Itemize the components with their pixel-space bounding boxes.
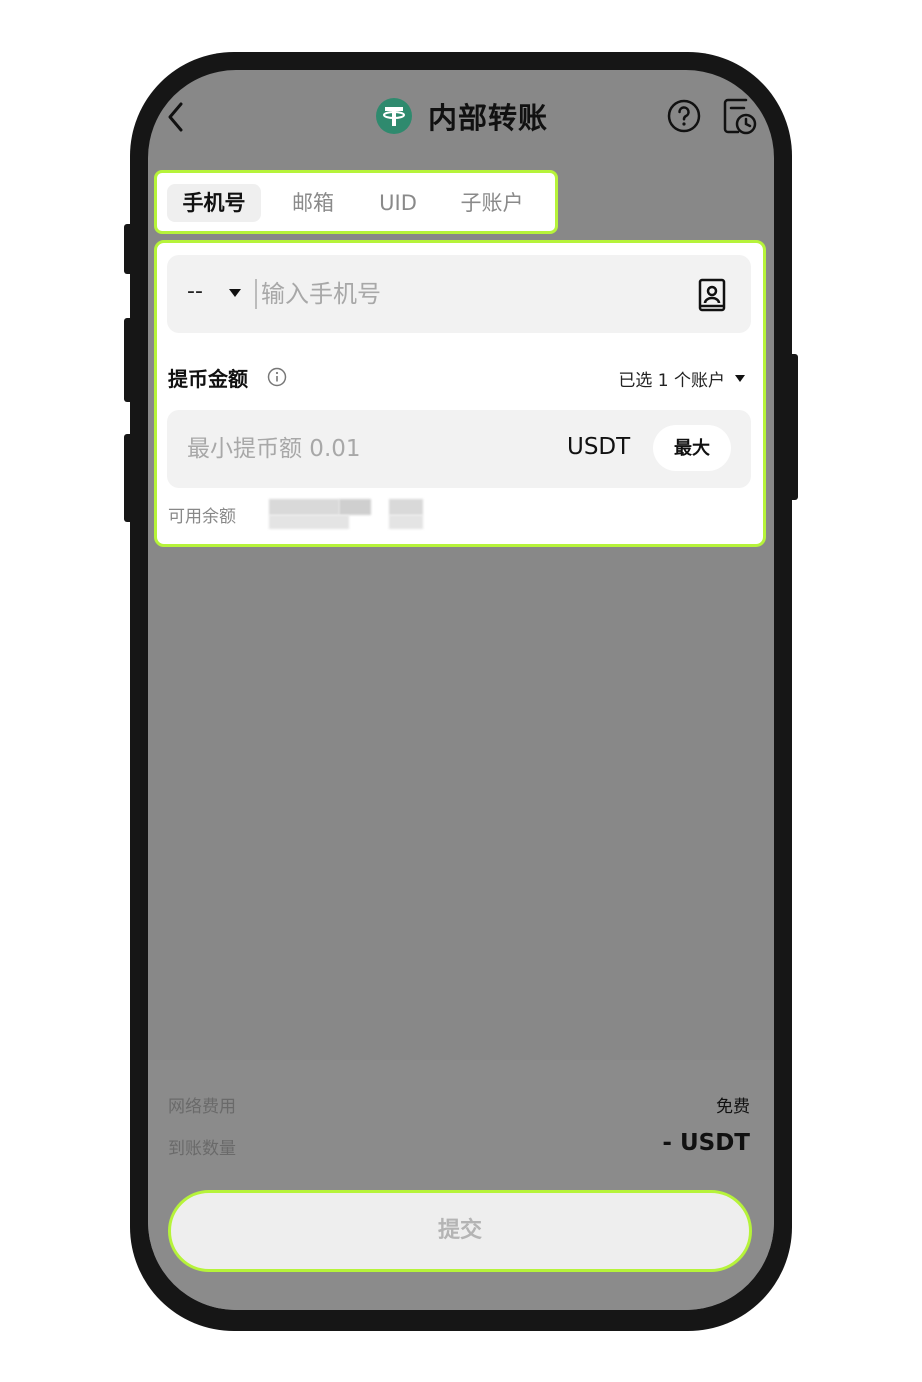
app-screen: 内部转账 手机号 邮箱 UID 子账户 -- 输入手机号 提币金额 已选 1 个… bbox=[148, 70, 774, 1310]
recipient-type-tabs: 手机号 邮箱 UID 子账户 bbox=[154, 170, 558, 234]
tab-email[interactable]: 邮箱 bbox=[275, 184, 351, 222]
receive-amount-value: - USDT bbox=[662, 1130, 750, 1156]
balance-value-redacted bbox=[255, 497, 429, 533]
currency-label: USDT bbox=[567, 434, 631, 460]
help-circle-icon[interactable] bbox=[666, 98, 702, 134]
page-title: 内部转账 bbox=[428, 101, 549, 135]
country-code-select[interactable]: -- bbox=[187, 279, 203, 304]
contact-book-icon[interactable] bbox=[697, 278, 727, 312]
chevron-left-icon[interactable] bbox=[166, 100, 186, 134]
page-title-group: 内部转账 bbox=[376, 96, 548, 136]
amount-label: 提币金额 bbox=[168, 367, 248, 391]
tab-phone[interactable]: 手机号 bbox=[167, 184, 261, 222]
footer-panel bbox=[148, 1060, 774, 1310]
phone-field: -- bbox=[167, 255, 751, 333]
tab-sub-account[interactable]: 子账户 bbox=[447, 184, 537, 222]
phone-input[interactable] bbox=[261, 273, 661, 315]
max-button[interactable]: 最大 bbox=[653, 425, 731, 471]
amount-input[interactable] bbox=[187, 428, 547, 470]
tether-icon bbox=[376, 98, 412, 134]
caret-down-icon bbox=[735, 375, 745, 382]
network-fee-value: 免费 bbox=[716, 1097, 750, 1117]
receive-amount-label: 到账数量 bbox=[168, 1139, 236, 1159]
transfer-form: -- 提币金额 已选 1 个账户 USDT 最大 可用余额 bbox=[154, 240, 766, 547]
amount-field: USDT 最大 bbox=[167, 410, 751, 488]
tab-uid[interactable]: UID bbox=[363, 184, 433, 222]
caret-down-icon[interactable] bbox=[229, 289, 241, 297]
submit-button[interactable]: 提交 bbox=[168, 1190, 752, 1272]
info-icon[interactable] bbox=[267, 367, 287, 387]
account-select-label: 已选 1 个账户 bbox=[618, 371, 725, 391]
account-select[interactable]: 已选 1 个账户 bbox=[618, 366, 745, 391]
input-divider bbox=[255, 279, 257, 309]
balance-label: 可用余额 bbox=[168, 507, 236, 527]
network-fee-label: 网络费用 bbox=[168, 1097, 236, 1117]
history-icon[interactable] bbox=[722, 96, 758, 136]
